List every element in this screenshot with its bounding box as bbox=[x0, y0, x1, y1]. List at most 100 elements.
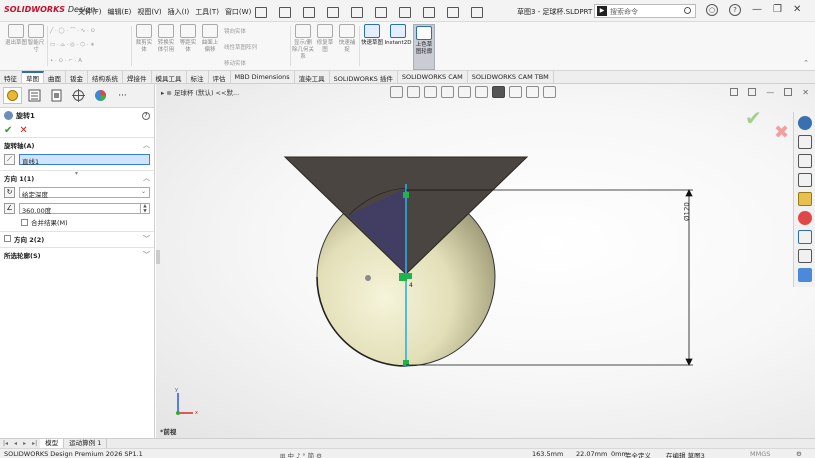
tab-nav-next-icon[interactable]: ▸ bbox=[20, 439, 29, 448]
display-relations-button[interactable]: 显示/删除几何关系 bbox=[292, 24, 314, 61]
tab-weldments[interactable]: 焊接件 bbox=[123, 71, 152, 83]
more-tabs-icon[interactable]: ··· bbox=[113, 87, 132, 104]
print-icon[interactable] bbox=[346, 3, 364, 19]
configuration-manager-tab[interactable] bbox=[47, 87, 66, 104]
select-icon[interactable] bbox=[418, 3, 436, 19]
expand-chevron-icon[interactable]: ﹀ bbox=[143, 234, 150, 244]
dimxpert-tab[interactable] bbox=[69, 87, 88, 104]
view-palette-icon[interactable] bbox=[797, 192, 812, 206]
axis-section-header[interactable]: 旋转轴(A) ︿ bbox=[0, 138, 154, 151]
trim-entities-button[interactable]: 裁剪实体 bbox=[134, 24, 154, 54]
direction2-checkbox[interactable] bbox=[4, 235, 11, 242]
maximize-icon[interactable]: ❐ bbox=[773, 4, 782, 16]
diameter-text[interactable]: Ø120 bbox=[683, 202, 691, 221]
save-icon[interactable] bbox=[322, 3, 340, 19]
convert-entities-button[interactable]: 转换实体引用 bbox=[156, 24, 176, 54]
sw-resources-icon[interactable] bbox=[797, 116, 812, 130]
menu-tools[interactable]: 工具(T) bbox=[195, 7, 219, 17]
linear-pattern-button[interactable]: 线性草图阵列 bbox=[224, 43, 257, 51]
offset-entities-button[interactable]: 等距实体 bbox=[178, 24, 198, 54]
ok-button[interactable]: ✔ bbox=[4, 125, 12, 136]
search-icon[interactable] bbox=[684, 7, 691, 14]
move-entities-button[interactable]: 移动实体 bbox=[224, 59, 246, 67]
home-icon[interactable] bbox=[250, 3, 268, 19]
user-icon[interactable]: ○ bbox=[706, 4, 718, 16]
addins-icon[interactable] bbox=[797, 268, 812, 282]
expand-chevron-icon[interactable]: ﹀ bbox=[143, 250, 150, 260]
tab-sketch[interactable]: 草图 bbox=[22, 71, 44, 83]
sketch-tools-row-1[interactable]: ╱ · ◯ · ⌒ · ∿ · ⊙ bbox=[50, 26, 95, 34]
merge-result-checkbox[interactable]: 合并结果(M) bbox=[0, 216, 154, 228]
display-manager-tab[interactable] bbox=[91, 87, 110, 104]
tab-nav-last-icon[interactable]: ▸| bbox=[29, 439, 40, 448]
undo-icon[interactable] bbox=[370, 3, 388, 19]
rebuild-icon[interactable] bbox=[442, 3, 460, 19]
center-point[interactable] bbox=[365, 275, 371, 281]
confirm-cancel-icon[interactable]: ✖ bbox=[774, 122, 789, 143]
status-settings-icon[interactable]: ⚙ bbox=[796, 450, 802, 458]
forum-icon[interactable] bbox=[797, 249, 812, 263]
sketch-tools-row-3[interactable]: • · ⊙ · ⌐ · A bbox=[50, 58, 82, 64]
tab-features[interactable]: 特征 bbox=[0, 71, 22, 83]
options-gear-icon[interactable] bbox=[466, 3, 484, 19]
exit-sketch-button[interactable]: 退出草图 bbox=[4, 24, 28, 47]
menu-view[interactable]: 视图(V) bbox=[137, 7, 161, 17]
graphics-area[interactable]: ▸ ⊚ 足球杯 (默认) <<默... — ✕ 4 Ø120 y x ✔ ✖ *… bbox=[156, 84, 815, 438]
cancel-button[interactable]: ✕ bbox=[19, 125, 27, 136]
custom-properties-icon[interactable] bbox=[797, 230, 812, 244]
repair-sketch-button[interactable]: 修复草图 bbox=[316, 24, 334, 54]
menu-window[interactable]: 窗口(W) bbox=[225, 7, 251, 17]
confirm-ok-icon[interactable]: ✔ bbox=[745, 106, 762, 130]
offset-on-surface-button[interactable]: 曲面上偏移 bbox=[200, 24, 220, 54]
design-library-icon[interactable] bbox=[797, 154, 812, 168]
collapse-chevron-icon[interactable]: ︿ bbox=[143, 173, 150, 183]
collapse-chevron-icon[interactable]: ︿ bbox=[143, 140, 150, 150]
tab-evaluate[interactable]: 评估 bbox=[209, 71, 231, 83]
tab-structure-system[interactable]: 结构系统 bbox=[88, 71, 123, 83]
status-units[interactable]: MMGS bbox=[750, 450, 770, 458]
reverse-direction-icon[interactable]: ↻ bbox=[4, 186, 15, 198]
minimize-icon[interactable]: — bbox=[752, 4, 762, 16]
sketch-tools-row-2[interactable]: ▭ · ⌓ · ◎ · ⬡ · ∗ bbox=[50, 42, 95, 49]
menu-edit[interactable]: 编辑(E) bbox=[108, 7, 132, 17]
ribbon-collapse-icon[interactable]: ⌃ bbox=[803, 59, 809, 67]
menu-insert[interactable]: 插入(I) bbox=[168, 7, 190, 17]
file-explorer-icon[interactable] bbox=[797, 173, 812, 187]
tab-sw-cam[interactable]: SOLIDWORKS CAM bbox=[398, 71, 468, 83]
angle-input[interactable]: 360.00度 bbox=[19, 202, 141, 215]
end-condition-select[interactable]: 给定深度 ⌄ bbox=[19, 186, 150, 199]
feature-tree-tab[interactable] bbox=[3, 87, 22, 104]
tab-sw-addins[interactable]: SOLIDWORKS 插件 bbox=[330, 71, 398, 83]
search-input[interactable]: ▶ 搜索命令 bbox=[594, 4, 696, 18]
model-canvas[interactable]: 4 Ø120 y x bbox=[156, 84, 815, 438]
rapid-sketch-button[interactable]: 快速草图 bbox=[361, 24, 383, 47]
tab-sw-cam-tbm[interactable]: SOLIDWORKS CAM TBM bbox=[468, 71, 554, 83]
tab-mbd-dimensions[interactable]: MBD Dimensions bbox=[231, 71, 295, 83]
mirror-entities-button[interactable]: 镜向实体 bbox=[224, 27, 246, 35]
tab-render-tools[interactable]: 渲染工具 bbox=[295, 71, 330, 83]
instant2d-button[interactable]: Instant2D bbox=[384, 24, 412, 47]
new-document-icon[interactable] bbox=[274, 3, 292, 19]
quick-snaps-button[interactable]: 快速捕捉 bbox=[337, 24, 357, 54]
appearances-icon[interactable] bbox=[797, 211, 812, 225]
help-icon[interactable]: ? bbox=[142, 111, 150, 120]
tab-sheet-metal[interactable]: 钣金 bbox=[66, 71, 88, 83]
axis-selection-field[interactable]: 直线1 bbox=[19, 153, 150, 166]
close-icon[interactable]: ✕ bbox=[793, 4, 801, 16]
tab-markup[interactable]: 标注 bbox=[187, 71, 209, 83]
smart-dimension-button[interactable]: 智能尺寸 bbox=[27, 24, 45, 54]
selected-contours-header[interactable]: 所选轮廓(S) ﹀ bbox=[0, 248, 154, 261]
tab-nav-prev-icon[interactable]: ◂ bbox=[11, 439, 20, 448]
direction2-header[interactable]: 方向 2(2) ﹀ bbox=[0, 232, 154, 245]
checkbox-box[interactable] bbox=[21, 218, 28, 226]
property-manager-tab[interactable] bbox=[25, 87, 44, 104]
status-icons[interactable]: ⊞ 中 ♪ ° 简 ⚙ bbox=[280, 450, 322, 458]
angle-spinner[interactable]: ▲ ▼ bbox=[141, 202, 150, 214]
help-icon[interactable]: ? bbox=[729, 4, 741, 16]
tab-mold-tools[interactable]: 模具工具 bbox=[152, 71, 187, 83]
shaded-sketch-contours-button[interactable]: 上色草图轮廓 bbox=[413, 24, 435, 70]
tab-nav-first-icon[interactable]: |◂ bbox=[0, 439, 11, 448]
home-icon[interactable] bbox=[797, 135, 812, 149]
tab-surfaces[interactable]: 曲面 bbox=[44, 71, 66, 83]
open-icon[interactable] bbox=[298, 3, 316, 19]
